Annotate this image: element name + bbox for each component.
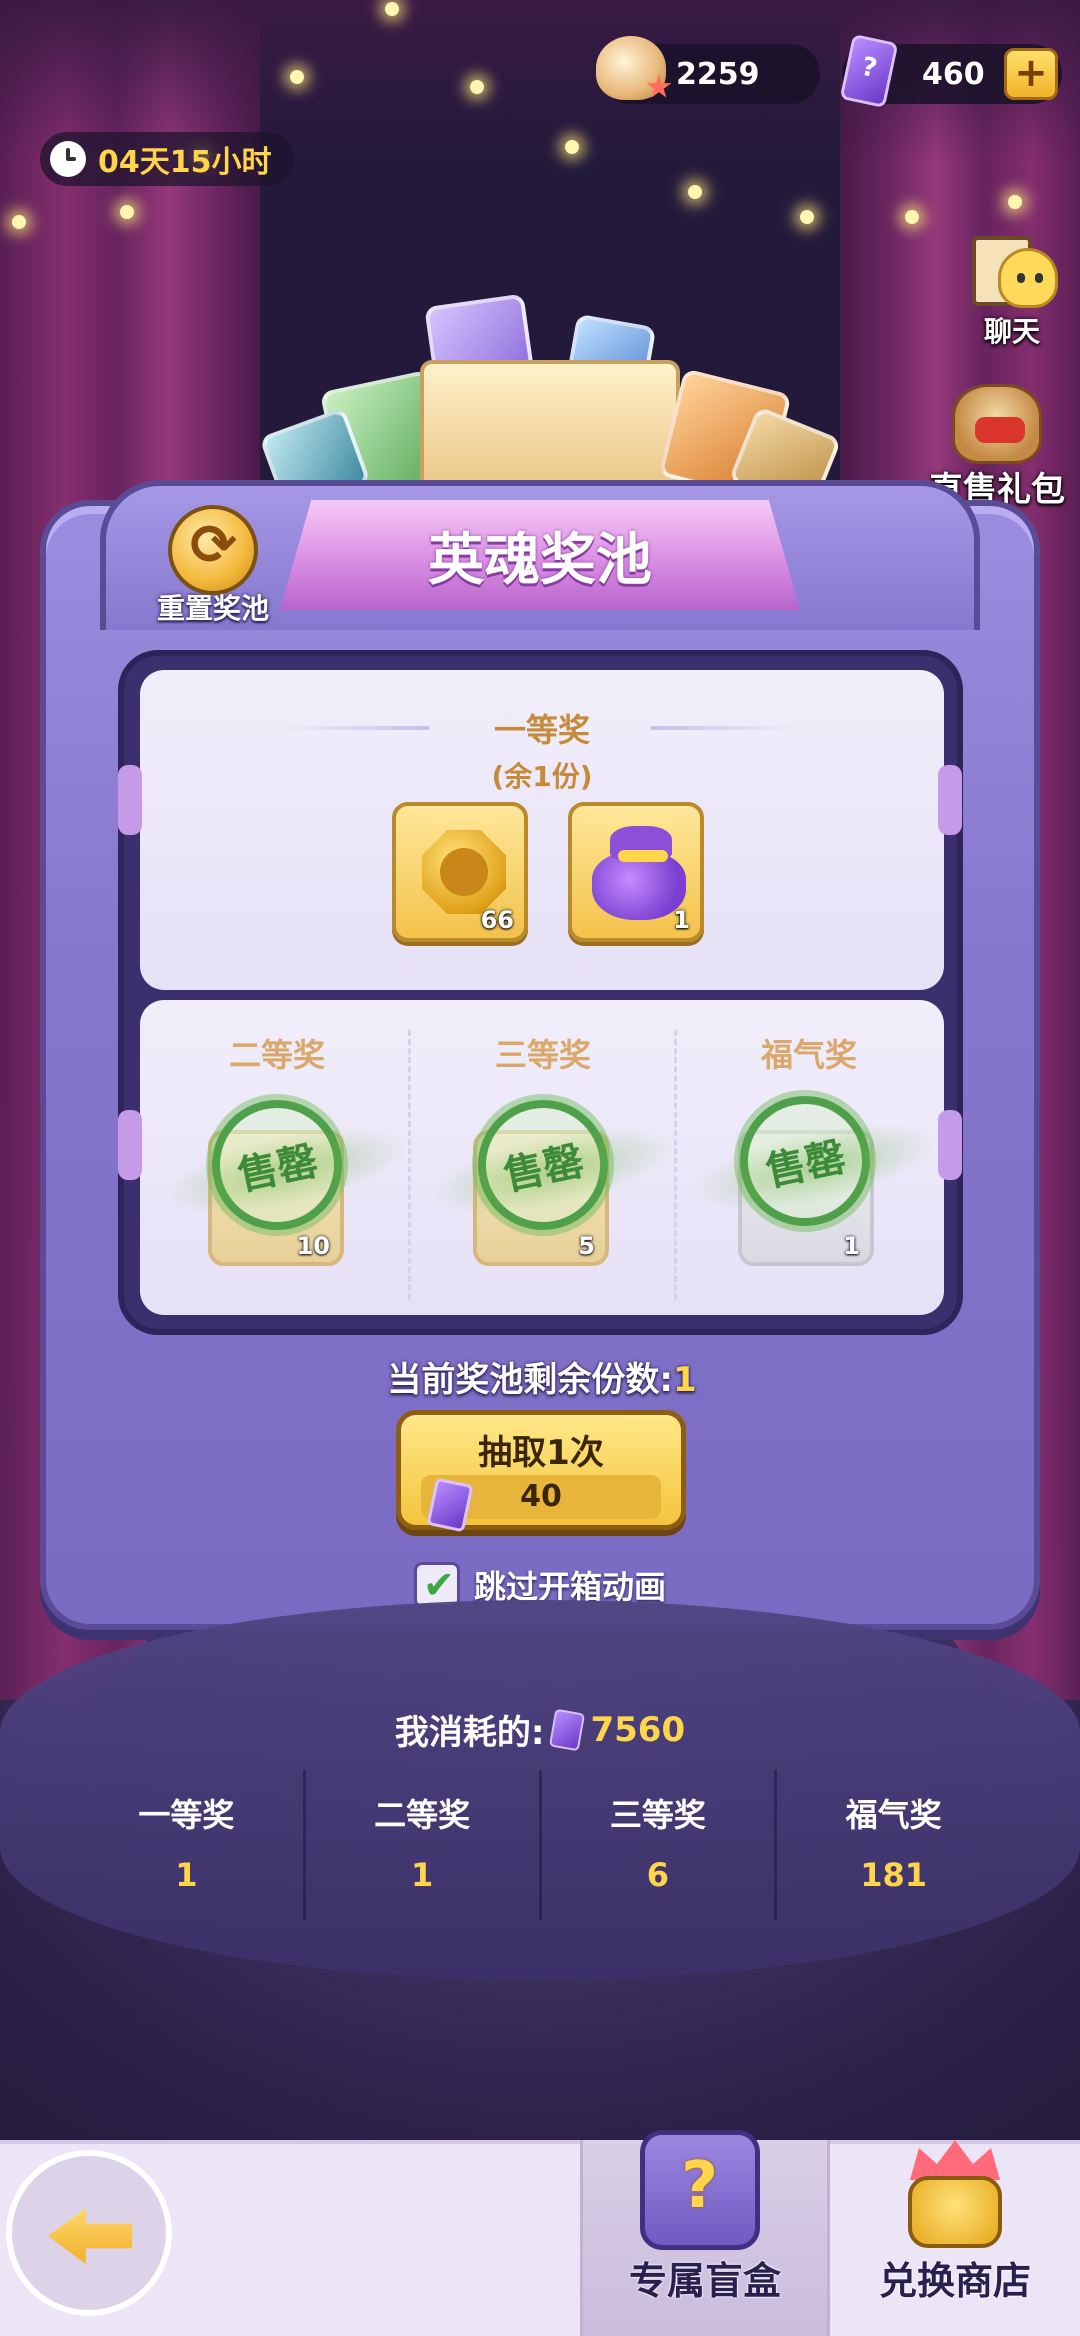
shell-icon: [596, 36, 666, 100]
sold-out-text: 售罄: [761, 1134, 850, 1196]
shell-count: 2259: [676, 56, 760, 92]
item-qty: 5: [578, 1232, 595, 1260]
refresh-icon: [168, 505, 258, 595]
item-qty: 1: [673, 906, 690, 934]
ticket-icon: [549, 1708, 586, 1751]
consumed-value: 7560: [590, 1709, 686, 1750]
chat-label: 聊天: [983, 315, 1040, 348]
item-qty: 1: [843, 1232, 860, 1260]
stat-second-prize: 二等奖 1: [306, 1770, 542, 1920]
shell-currency: 2259: [596, 36, 820, 104]
remaining-label: 当前奖池剩余份数:: [387, 1360, 673, 1400]
gift-bag-icon: [952, 384, 1042, 464]
lucky-prize-column: 福气奖: [678, 1030, 940, 1076]
mystery-box-icon: [640, 2130, 760, 2250]
back-arrow-icon: [48, 2208, 132, 2264]
timer-text: 04天15小时: [98, 145, 272, 180]
ticket-count: 460: [922, 56, 985, 92]
title-plate: 英魂奖池: [280, 500, 800, 610]
chat-icon: [966, 230, 1058, 314]
stat-third-prize: 三等奖 6: [542, 1770, 778, 1920]
reset-pool-button[interactable]: 重置奖池: [138, 505, 288, 627]
item-qty: 10: [296, 1232, 330, 1260]
remaining-count: 当前奖池剩余份数:1: [140, 1352, 944, 1401]
ticket-currency: 460 +: [839, 33, 1062, 109]
gold-coin-icon: [422, 830, 506, 914]
draw-once-button[interactable]: 抽取1次 40: [396, 1410, 686, 1533]
treasure-pile: [259, 293, 842, 514]
chat-button[interactable]: 聊天: [962, 230, 1062, 350]
back-button[interactable]: [6, 2150, 172, 2316]
remaining-value: 1: [672, 1360, 697, 1400]
clock-icon: [50, 141, 86, 177]
first-prize-header: 一等奖 (余1份): [140, 705, 944, 795]
first-prize-remaining: (余1份): [491, 760, 593, 793]
draw-label: 抽取1次: [478, 1433, 604, 1473]
prize-stats: 一等奖 1 二等奖 1 三等奖 6 福气奖 181: [70, 1770, 1010, 1920]
second-prize-title: 二等奖: [228, 1036, 325, 1074]
sold-out-text: 售罄: [233, 1138, 322, 1200]
string-lights: [0, 0, 1080, 260]
consumed-label: 我消耗的:: [394, 1713, 545, 1753]
event-timer: 04天15小时: [40, 132, 294, 186]
item-qty: 66: [480, 906, 514, 934]
second-prize-column: 二等奖: [146, 1030, 408, 1076]
third-prize-title: 三等奖: [494, 1036, 591, 1074]
tab-blind-box-label: 专属盲盒: [628, 2259, 781, 2303]
pool-title: 英魂奖池: [428, 527, 652, 593]
lucky-prize-title: 福气奖: [760, 1036, 857, 1074]
sold-out-text: 售罄: [499, 1138, 588, 1200]
add-tickets-button[interactable]: +: [1004, 48, 1058, 100]
tab-exchange-shop[interactable]: 兑换商店: [830, 2250, 1080, 2305]
first-prize-item-coin[interactable]: 66: [392, 802, 528, 942]
stat-first-prize: 一等奖 1: [70, 1770, 306, 1920]
consumed-summary: 我消耗的: 7560: [0, 1705, 1080, 1754]
ticket-icon: [426, 1477, 474, 1533]
third-prize-column: 三等奖: [412, 1030, 674, 1076]
first-prize-item-bag[interactable]: 1: [568, 802, 704, 942]
shop-mascot-icon: [890, 2140, 1020, 2250]
stat-lucky-prize: 福气奖 181: [845, 1796, 942, 1894]
first-prize-title: 一等奖: [493, 711, 590, 749]
